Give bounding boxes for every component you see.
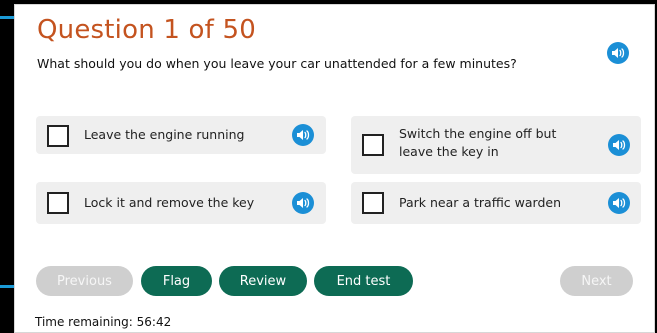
question-speaker-icon[interactable] — [607, 42, 629, 64]
answer-2-checkbox[interactable] — [362, 134, 384, 156]
previous-button[interactable]: Previous — [36, 266, 133, 296]
answer-2-speaker-icon[interactable] — [608, 134, 630, 156]
answer-option-2[interactable]: Switch the engine off but leave the key … — [351, 116, 641, 174]
answer-3-label: Lock it and remove the key — [84, 195, 255, 210]
answer-1-checkbox[interactable] — [47, 125, 69, 147]
time-remaining-value: 56:42 — [136, 315, 172, 329]
answer-option-3[interactable]: Lock it and remove the key — [36, 182, 326, 224]
flag-button[interactable]: Flag — [141, 266, 212, 296]
answer-1-speaker-icon[interactable] — [292, 124, 314, 146]
next-button[interactable]: Next — [560, 266, 633, 296]
answer-3-speaker-icon[interactable] — [292, 192, 314, 214]
answer-4-speaker-icon[interactable] — [608, 192, 630, 214]
left-accent-line-bottom — [0, 285, 14, 288]
answer-2-label-line2: leave the key in — [399, 144, 499, 159]
question-panel: Question 1 of 50 What should you do when… — [14, 4, 655, 333]
answer-1-label: Leave the engine running — [84, 127, 245, 142]
answer-2-label-line1: Switch the engine off but — [399, 126, 557, 141]
left-accent-line-top — [0, 16, 14, 19]
answer-option-1[interactable]: Leave the engine running — [36, 116, 326, 154]
review-button[interactable]: Review — [219, 266, 307, 296]
answer-4-checkbox[interactable] — [362, 192, 384, 214]
answer-4-label: Park near a traffic warden — [399, 195, 561, 210]
end-test-button[interactable]: End test — [314, 266, 413, 296]
time-remaining: Time remaining: 56:42 — [35, 315, 171, 329]
answer-3-checkbox[interactable] — [47, 192, 69, 214]
question-title: Question 1 of 50 — [37, 15, 256, 45]
time-remaining-label: Time remaining: — [35, 315, 133, 329]
answer-2-label: Switch the engine off but leave the key … — [399, 125, 556, 161]
answer-option-4[interactable]: Park near a traffic warden — [351, 182, 641, 224]
question-text: What should you do when you leave your c… — [37, 56, 517, 71]
